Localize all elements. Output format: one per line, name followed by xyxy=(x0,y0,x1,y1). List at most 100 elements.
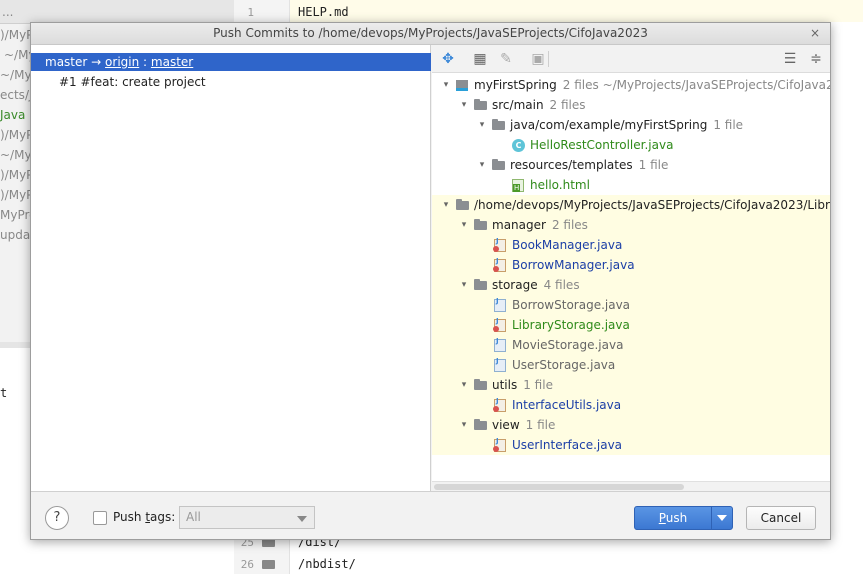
tree-node-label: src/main xyxy=(492,98,544,112)
tree-node-label-wrap: BorrowStorage.java xyxy=(512,295,630,315)
chevron-down-icon[interactable]: ▾ xyxy=(440,75,452,95)
tree-node-label-wrap: resources/templates 1 file xyxy=(510,155,668,175)
code-line: HELP.md xyxy=(298,5,349,19)
editor-current-line xyxy=(290,0,863,22)
tree-node-label: myFirstSpring xyxy=(474,78,557,92)
push-commits-dialog: Push Commits to /home/devops/MyProjects/… xyxy=(30,22,831,540)
tree-node-label-wrap: storage 4 files xyxy=(492,275,580,295)
tree-node[interactable]: J LibraryStorage.java xyxy=(432,315,830,335)
group-icon[interactable]: ▦ xyxy=(470,49,490,69)
tree-node-label-wrap: UserInterface.java xyxy=(512,435,622,455)
tree-node-label-wrap: BookManager.java xyxy=(512,235,622,255)
tree-node[interactable]: ▾ src/main 2 files xyxy=(432,95,830,115)
chevron-down-icon[interactable]: ▾ xyxy=(458,215,470,235)
diff-icon[interactable]: ▣ xyxy=(528,49,548,69)
tree-node-label: UserInterface.java xyxy=(512,438,623,452)
tree-node[interactable]: J MovieStorage.java xyxy=(432,335,830,355)
expand-all-icon[interactable]: ☰ xyxy=(780,49,800,69)
tree-node-label-wrap: src/main 2 files xyxy=(492,95,586,115)
tree-node-label-wrap: MovieStorage.java xyxy=(512,335,623,355)
folder-icon xyxy=(456,199,469,210)
tree-node-label-wrap: manager 2 files xyxy=(492,215,588,235)
tree-node[interactable]: ▾ /home/devops/MyProjects/JavaSEProjects/… xyxy=(432,195,830,215)
chevron-down-icon[interactable]: ▾ xyxy=(458,375,470,395)
tree-node[interactable]: J InterfaceUtils.java xyxy=(432,395,830,415)
push-tags-checkbox[interactable] xyxy=(93,511,107,525)
push-button[interactable]: Push xyxy=(634,506,733,530)
folder-icon xyxy=(492,119,505,130)
push-main[interactable]: Push xyxy=(635,507,711,529)
folder-icon xyxy=(474,419,487,430)
tree-node[interactable]: ▾ storage 4 files xyxy=(432,275,830,295)
dialog-title-bar: Push Commits to /home/devops/MyProjects/… xyxy=(31,23,830,45)
tree-node[interactable]: J UserStorage.java xyxy=(432,355,830,375)
horizontal-scrollbar[interactable] xyxy=(432,481,830,491)
tree-node-label: view xyxy=(492,418,520,432)
push-dropdown-icon[interactable] xyxy=(712,507,732,529)
code-line: /nbdist/ xyxy=(298,557,356,571)
java-class-icon: C xyxy=(512,139,525,152)
tree-node[interactable]: J BookManager.java xyxy=(432,235,830,255)
tree-node[interactable]: J BorrowManager.java xyxy=(432,255,830,275)
chevron-down-icon[interactable]: ▾ xyxy=(440,195,452,215)
tree-node[interactable]: J UserInterface.java xyxy=(432,435,830,455)
tree-node[interactable]: ▾ manager 2 files xyxy=(432,215,830,235)
dialog-title: Push Commits to /home/devops/MyProjects/… xyxy=(213,26,648,40)
scrollbar-thumb[interactable] xyxy=(434,484,684,490)
tree-node[interactable]: Hhello.html xyxy=(432,175,830,195)
branch-row[interactable]: master → origin : master xyxy=(31,53,431,71)
html-file-icon: H xyxy=(512,179,524,192)
tree-node-label: manager xyxy=(492,218,546,232)
folder-icon xyxy=(474,99,487,110)
java-file-icon: J xyxy=(493,397,506,412)
collapse-all-icon[interactable]: ≑ xyxy=(806,49,826,69)
cancel-button[interactable]: Cancel xyxy=(746,506,816,530)
push-tags-label[interactable]: Push tags: xyxy=(113,510,175,524)
files-toolbar: ✥ ▦ ✎ ▣ ☰ ≑ xyxy=(432,45,830,73)
folder-icon xyxy=(474,219,487,230)
tree-node-label-wrap: /home/devops/MyProjects/JavaSEProjects/C… xyxy=(474,195,830,215)
panel-header-text: ... xyxy=(2,5,14,19)
chevron-down-icon[interactable]: ▾ xyxy=(458,95,470,115)
chevron-down-icon[interactable]: ▾ xyxy=(458,275,470,295)
tree-node[interactable]: ▾ utils 1 file xyxy=(432,375,830,395)
line-number: 1 xyxy=(247,6,254,19)
project-tree-line: ~/My xyxy=(0,68,32,82)
tree-node-label: MovieStorage.java xyxy=(512,338,624,352)
chevron-down-icon[interactable]: ▾ xyxy=(476,115,488,135)
close-icon[interactable]: × xyxy=(810,26,820,40)
java-file-icon: J xyxy=(493,257,506,272)
java-file-icon: J xyxy=(493,437,506,452)
edit-icon[interactable]: ✎ xyxy=(496,49,516,69)
file-count: 2 files xyxy=(551,218,588,232)
tree-node-label: LibraryStorage.java xyxy=(512,318,630,332)
toolbar-separator xyxy=(548,51,549,67)
dialog-footer: ? Push tags: All Push Cancel xyxy=(31,491,830,539)
commit-item[interactable]: #1 #feat: create project xyxy=(59,73,206,91)
label-part: Push xyxy=(113,510,146,524)
tree-node[interactable]: ▾ java/com/example/myFirstSpring 1 file xyxy=(432,115,830,135)
file-count: 2 files xyxy=(549,98,586,112)
tree-node-label-wrap: view 1 file xyxy=(492,415,555,435)
folder-icon xyxy=(474,379,487,390)
tree-node-label: BookManager.java xyxy=(512,238,623,252)
file-count: 1 file xyxy=(523,378,553,392)
tree-node[interactable]: C HelloRestController.java xyxy=(432,135,830,155)
line-number: 26 xyxy=(240,558,254,571)
tree-node[interactable]: ▾ resources/templates 1 file xyxy=(432,155,830,175)
chevron-down-icon[interactable]: ▾ xyxy=(458,415,470,435)
tree-node-label: InterfaceUtils.java xyxy=(512,398,622,412)
tree-node[interactable]: J BorrowStorage.java xyxy=(432,295,830,315)
tree-node-label-wrap: UserStorage.java xyxy=(512,355,615,375)
tree-node[interactable]: ▾ myFirstSpring 2 files ~/MyProjects/JavaS… xyxy=(432,75,830,95)
tags-select-value: All xyxy=(186,510,201,524)
tree-node[interactable]: ▾ view 1 file xyxy=(432,415,830,435)
remote-branch-link[interactable]: master xyxy=(151,55,193,69)
java-file-icon: J xyxy=(494,357,506,372)
tags-select[interactable]: All xyxy=(179,506,315,529)
pin-icon[interactable]: ✥ xyxy=(438,49,458,69)
chevron-down-icon[interactable]: ▾ xyxy=(476,155,488,175)
remote-link[interactable]: origin xyxy=(105,55,139,69)
help-button[interactable]: ? xyxy=(45,506,69,530)
tree-node-label-wrap: utils 1 file xyxy=(492,375,553,395)
